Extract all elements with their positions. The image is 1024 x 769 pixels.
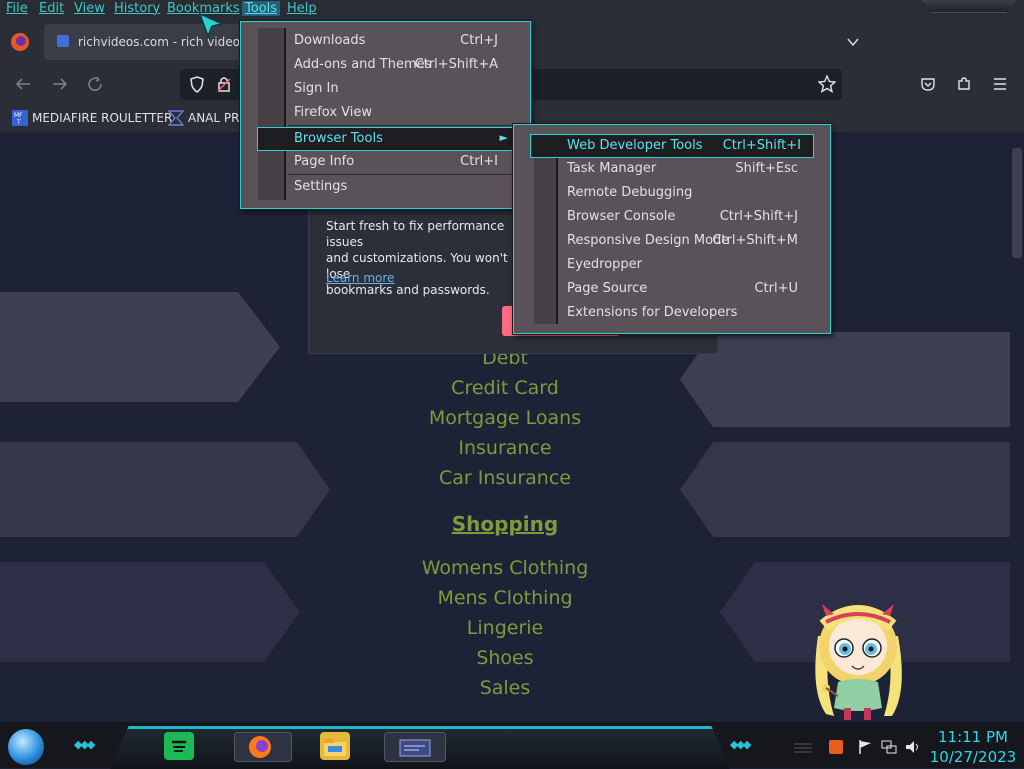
reload-icon[interactable] bbox=[87, 76, 105, 92]
menu-item-page-info[interactable]: Page Info Ctrl+I bbox=[294, 151, 498, 173]
menu-item-extensions-for-developers[interactable]: Extensions for Developers bbox=[567, 302, 798, 324]
menu-item-label: Extensions for Developers bbox=[567, 305, 738, 320]
site-favicon bbox=[57, 35, 69, 47]
tracking-shield-icon[interactable] bbox=[189, 76, 205, 93]
menu-item-responsive-design-mode[interactable]: Responsive Design Mode Ctrl+Shift+M bbox=[567, 230, 798, 252]
svg-text:T: T bbox=[16, 119, 21, 126]
back-icon[interactable] bbox=[14, 76, 32, 92]
menu-item-browser-console[interactable]: Browser Console Ctrl+Shift+J bbox=[567, 206, 798, 228]
menu-item-label: Page Info bbox=[294, 154, 355, 169]
menu-item-label: Web Developer Tools bbox=[567, 138, 703, 153]
menu-view[interactable]: View bbox=[74, 1, 105, 16]
volume-icon[interactable] bbox=[904, 739, 922, 755]
forward-icon[interactable] bbox=[51, 76, 69, 92]
tools-menu-gutter bbox=[258, 28, 286, 200]
menu-item-label: Browser Console bbox=[567, 209, 676, 224]
popup-learn-more-link[interactable]: Learn more bbox=[326, 271, 394, 285]
pocket-icon[interactable] bbox=[920, 76, 936, 92]
menu-item-shortcut: Ctrl+Shift+A bbox=[414, 57, 498, 72]
bookmark-star-icon[interactable] bbox=[818, 75, 836, 93]
start-button[interactable] bbox=[8, 729, 44, 765]
menu-help[interactable]: Help bbox=[287, 1, 317, 16]
popup-message-line-1: Start fresh to fix performance issues bbox=[326, 219, 505, 249]
bookmark-mediafire[interactable]: MEDIAFIRE ROULETTER bbox=[32, 111, 172, 125]
link-mortgage-loans[interactable]: Mortgage Loans bbox=[0, 407, 1010, 429]
clock-date[interactable]: 10/27/2023 bbox=[926, 748, 1020, 766]
submenu-arrow-icon: ► bbox=[499, 131, 508, 144]
firefox-taskbar-button[interactable] bbox=[234, 732, 292, 762]
firefox-menu-icon[interactable] bbox=[10, 32, 30, 52]
menu-item-settings[interactable]: Settings bbox=[294, 176, 498, 198]
menu-item-task-manager[interactable]: Task Manager Shift+Esc bbox=[567, 158, 798, 180]
menu-item-addons-themes[interactable]: Add-ons and Themes Ctrl+Shift+A bbox=[294, 54, 498, 76]
menu-item-label: Page Source bbox=[567, 281, 648, 296]
menu-item-shortcut: Ctrl+Shift+J bbox=[719, 209, 798, 224]
hamburger-menu-icon[interactable] bbox=[992, 77, 1008, 91]
link-car-insurance[interactable]: Car Insurance bbox=[0, 467, 1010, 489]
window-decoration bbox=[922, 0, 1016, 13]
menu-item-shortcut: Ctrl+Shift+I bbox=[722, 138, 801, 153]
menu-item-label: Remote Debugging bbox=[567, 185, 693, 200]
java-tray-icon[interactable] bbox=[829, 740, 843, 754]
taskbar-decor-chevrons: ◆◆◆ bbox=[730, 738, 751, 751]
menu-item-shortcut: Ctrl+I bbox=[460, 154, 498, 169]
lock-icon[interactable] bbox=[217, 76, 231, 93]
bookmark-second[interactable]: ANAL PRO bbox=[188, 111, 240, 125]
menu-separator bbox=[288, 125, 512, 126]
menu-item-shortcut: Ctrl+J bbox=[460, 33, 498, 48]
menu-item-downloads[interactable]: Downloads Ctrl+J bbox=[294, 30, 498, 52]
section-heading-shopping[interactable]: Shopping bbox=[0, 512, 1010, 536]
character-sticker-image bbox=[815, 604, 902, 720]
menu-item-web-developer-tools[interactable]: Web Developer Tools Ctrl+Shift+I bbox=[530, 134, 814, 158]
submenu-gutter bbox=[534, 150, 558, 324]
mediafire-icon: MFT bbox=[12, 110, 28, 126]
menu-item-remote-debugging[interactable]: Remote Debugging bbox=[567, 182, 798, 204]
mouse-cursor-icon bbox=[198, 12, 224, 38]
spotify-icon[interactable] bbox=[164, 732, 194, 760]
bookmark-icon bbox=[168, 110, 184, 126]
popup-message: Start fresh to fix performance issues an… bbox=[326, 218, 526, 298]
svg-text:MF: MF bbox=[14, 112, 23, 119]
menu-item-label: Task Manager bbox=[567, 161, 657, 176]
menu-item-shortcut: Shift+Esc bbox=[735, 161, 798, 176]
menu-separator bbox=[288, 174, 512, 175]
action-center-flag-icon[interactable] bbox=[857, 739, 873, 755]
menu-item-page-source[interactable]: Page Source Ctrl+U bbox=[567, 278, 798, 300]
window-taskbar-button[interactable] bbox=[384, 732, 446, 762]
menu-item-label: Sign In bbox=[294, 81, 339, 96]
menu-item-browser-tools[interactable]: Browser Tools ► bbox=[257, 127, 513, 151]
menu-tools[interactable]: Tools bbox=[242, 1, 281, 16]
file-explorer-icon[interactable] bbox=[320, 732, 350, 760]
link-womens-clothing[interactable]: Womens Clothing bbox=[0, 557, 1010, 579]
tray-stripes-icon bbox=[794, 743, 812, 753]
network-icon[interactable] bbox=[880, 739, 898, 755]
firefox-icon bbox=[249, 736, 271, 758]
menu-item-label: Browser Tools bbox=[294, 131, 383, 146]
menu-item-firefox-view[interactable]: Firefox View bbox=[294, 102, 498, 124]
menu-item-label: Add-ons and Themes bbox=[294, 57, 432, 72]
menu-item-shortcut: Ctrl+U bbox=[754, 281, 798, 296]
menu-item-label: Firefox View bbox=[294, 105, 373, 120]
link-credit-card[interactable]: Credit Card bbox=[0, 377, 1010, 399]
window-app-icon bbox=[399, 739, 431, 757]
scrollbar-thumb[interactable] bbox=[1012, 148, 1022, 258]
link-insurance[interactable]: Insurance bbox=[0, 437, 1010, 459]
taskbar-decor-chevrons: ◆◆◆ bbox=[74, 738, 95, 751]
menu-history[interactable]: History bbox=[114, 1, 160, 16]
clock-time[interactable]: 11:11 PM bbox=[930, 728, 1016, 746]
menu-item-label: Responsive Design Mode bbox=[567, 233, 730, 248]
menu-item-eyedropper[interactable]: Eyedropper bbox=[567, 254, 798, 276]
menu-item-label: Eyedropper bbox=[567, 257, 643, 272]
tab-list-chevron-icon[interactable] bbox=[846, 35, 860, 49]
extensions-icon[interactable] bbox=[956, 76, 972, 92]
menu-item-label: Downloads bbox=[294, 33, 366, 48]
tab-title: richvideos.com - rich videos R bbox=[78, 35, 259, 49]
menu-item-sign-in[interactable]: Sign In bbox=[294, 78, 498, 100]
menu-item-label: Settings bbox=[294, 179, 348, 194]
menu-file[interactable]: File bbox=[6, 1, 28, 16]
menu-edit[interactable]: Edit bbox=[39, 1, 64, 16]
menu-item-shortcut: Ctrl+Shift+M bbox=[712, 233, 798, 248]
